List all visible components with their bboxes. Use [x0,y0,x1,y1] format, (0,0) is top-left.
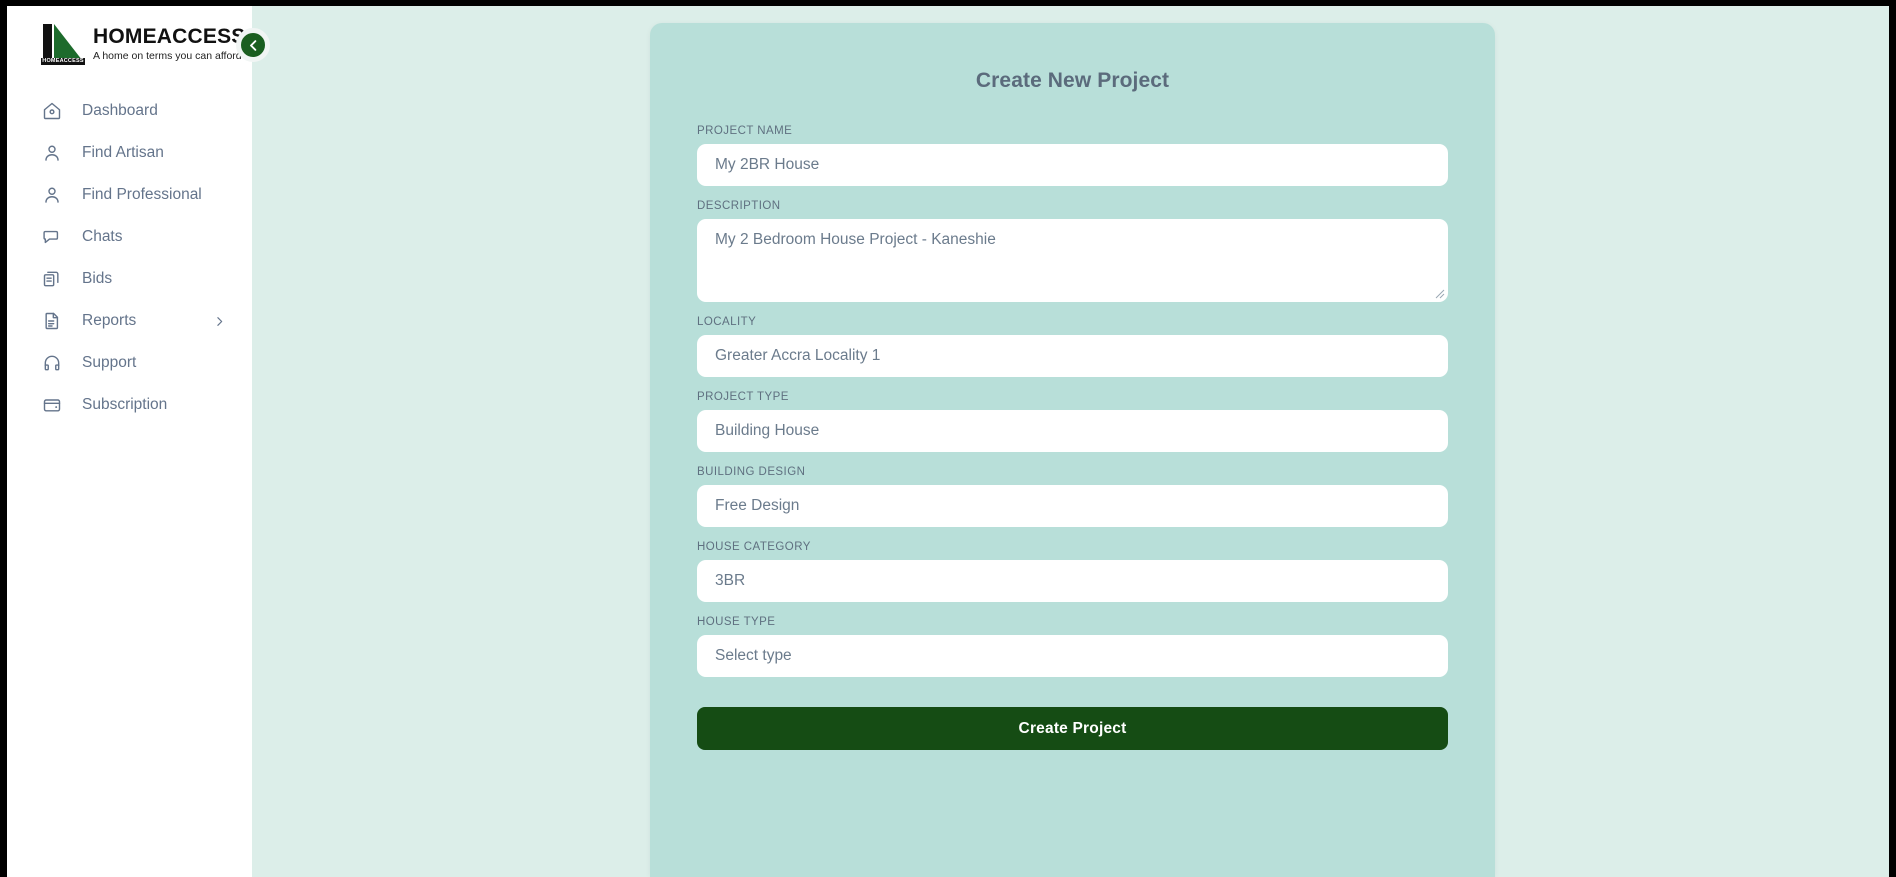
sidebar-item-label: Support [82,354,137,371]
description-value: My 2 Bedroom House Project - Kaneshie [715,231,996,248]
field-label: PROJECT NAME [697,125,793,137]
project-type-select[interactable]: Building House [697,410,1448,452]
logo-base-label: HOMEACCESS [42,58,84,64]
chevron-left-icon [249,39,256,51]
headset-icon [41,352,63,374]
sidebar-item-find-artisan[interactable]: Find Artisan [7,132,252,174]
sidebar-item-label: Chats [82,228,123,245]
sidebar-item-bids[interactable]: Bids [7,258,252,300]
description-textarea[interactable]: My 2 Bedroom House Project - Kaneshie [697,219,1448,302]
chat-bubble-icon [41,226,63,248]
field-project-type: PROJECT TYPE Building House [697,391,1448,452]
field-building-design: BUILDING DESIGN Free Design [697,466,1448,527]
sidebar-item-chats[interactable]: Chats [7,216,252,258]
user-icon [41,142,63,164]
app-viewport: HOMEACCESS HOMEACCESS A home on terms yo… [0,6,1896,877]
sidebar-item-support[interactable]: Support [7,342,252,384]
sidebar-nav: Dashboard Find Artisan Find Professional… [7,90,252,426]
sidebar-item-dashboard[interactable]: Dashboard [7,90,252,132]
sidebar-item-label: Find Professional [82,186,202,203]
copy-documents-icon [41,268,63,290]
brand-logo[interactable]: HOMEACCESS HOMEACCESS A home on terms yo… [7,6,252,68]
house-type-select[interactable]: Select type [697,635,1448,677]
brand-tagline: A home on terms you can afford [93,49,242,62]
sidebar-item-label: Subscription [82,396,168,413]
sidebar-item-label: Find Artisan [82,144,164,161]
field-label: HOUSE CATEGORY [697,541,811,553]
homeaccess-logo-icon: HOMEACCESS [39,22,87,66]
field-locality: LOCALITY Greater Accra Locality 1 [697,316,1448,377]
create-project-form: PROJECT NAME My 2BR House DESCRIPTION My… [697,125,1448,750]
field-label: BUILDING DESIGN [697,466,806,478]
create-project-card: Create New Project PROJECT NAME My 2BR H… [650,23,1495,877]
field-description: DESCRIPTION My 2 Bedroom House Project -… [697,200,1448,302]
sidebar: HOMEACCESS HOMEACCESS A home on terms yo… [7,6,252,877]
sidebar-item-label: Reports [82,312,137,329]
home-icon [41,100,63,122]
sidebar-item-find-professional[interactable]: Find Professional [7,174,252,216]
field-label: HOUSE TYPE [697,616,776,628]
page-title: Create New Project [975,69,1170,92]
project-name-input[interactable]: My 2BR House [697,144,1448,186]
field-house-type: HOUSE TYPE Select type [697,616,1448,677]
brand-name: HOMEACCESS [93,24,246,48]
sidebar-item-subscription[interactable]: Subscription [7,384,252,426]
locality-select[interactable]: Greater Accra Locality 1 [697,335,1448,377]
resize-handle-icon[interactable] [1435,289,1445,299]
building-design-select[interactable]: Free Design [697,485,1448,527]
field-label: DESCRIPTION [697,200,781,212]
field-label: PROJECT TYPE [697,391,789,403]
sidebar-item-label: Dashboard [82,102,158,119]
create-project-button[interactable]: Create Project [697,707,1448,750]
wallet-icon [41,394,63,416]
sidebar-item-label: Bids [82,270,113,287]
field-project-name: PROJECT NAME My 2BR House [697,125,1448,186]
field-label: LOCALITY [697,316,757,328]
chevron-right-icon[interactable] [213,315,226,328]
house-category-select[interactable]: 3BR [697,560,1448,602]
sidebar-collapse-button[interactable] [236,28,270,62]
user-icon [41,184,63,206]
sidebar-item-reports[interactable]: Reports [7,300,252,342]
field-house-category: HOUSE CATEGORY 3BR [697,541,1448,602]
document-icon [41,310,63,332]
